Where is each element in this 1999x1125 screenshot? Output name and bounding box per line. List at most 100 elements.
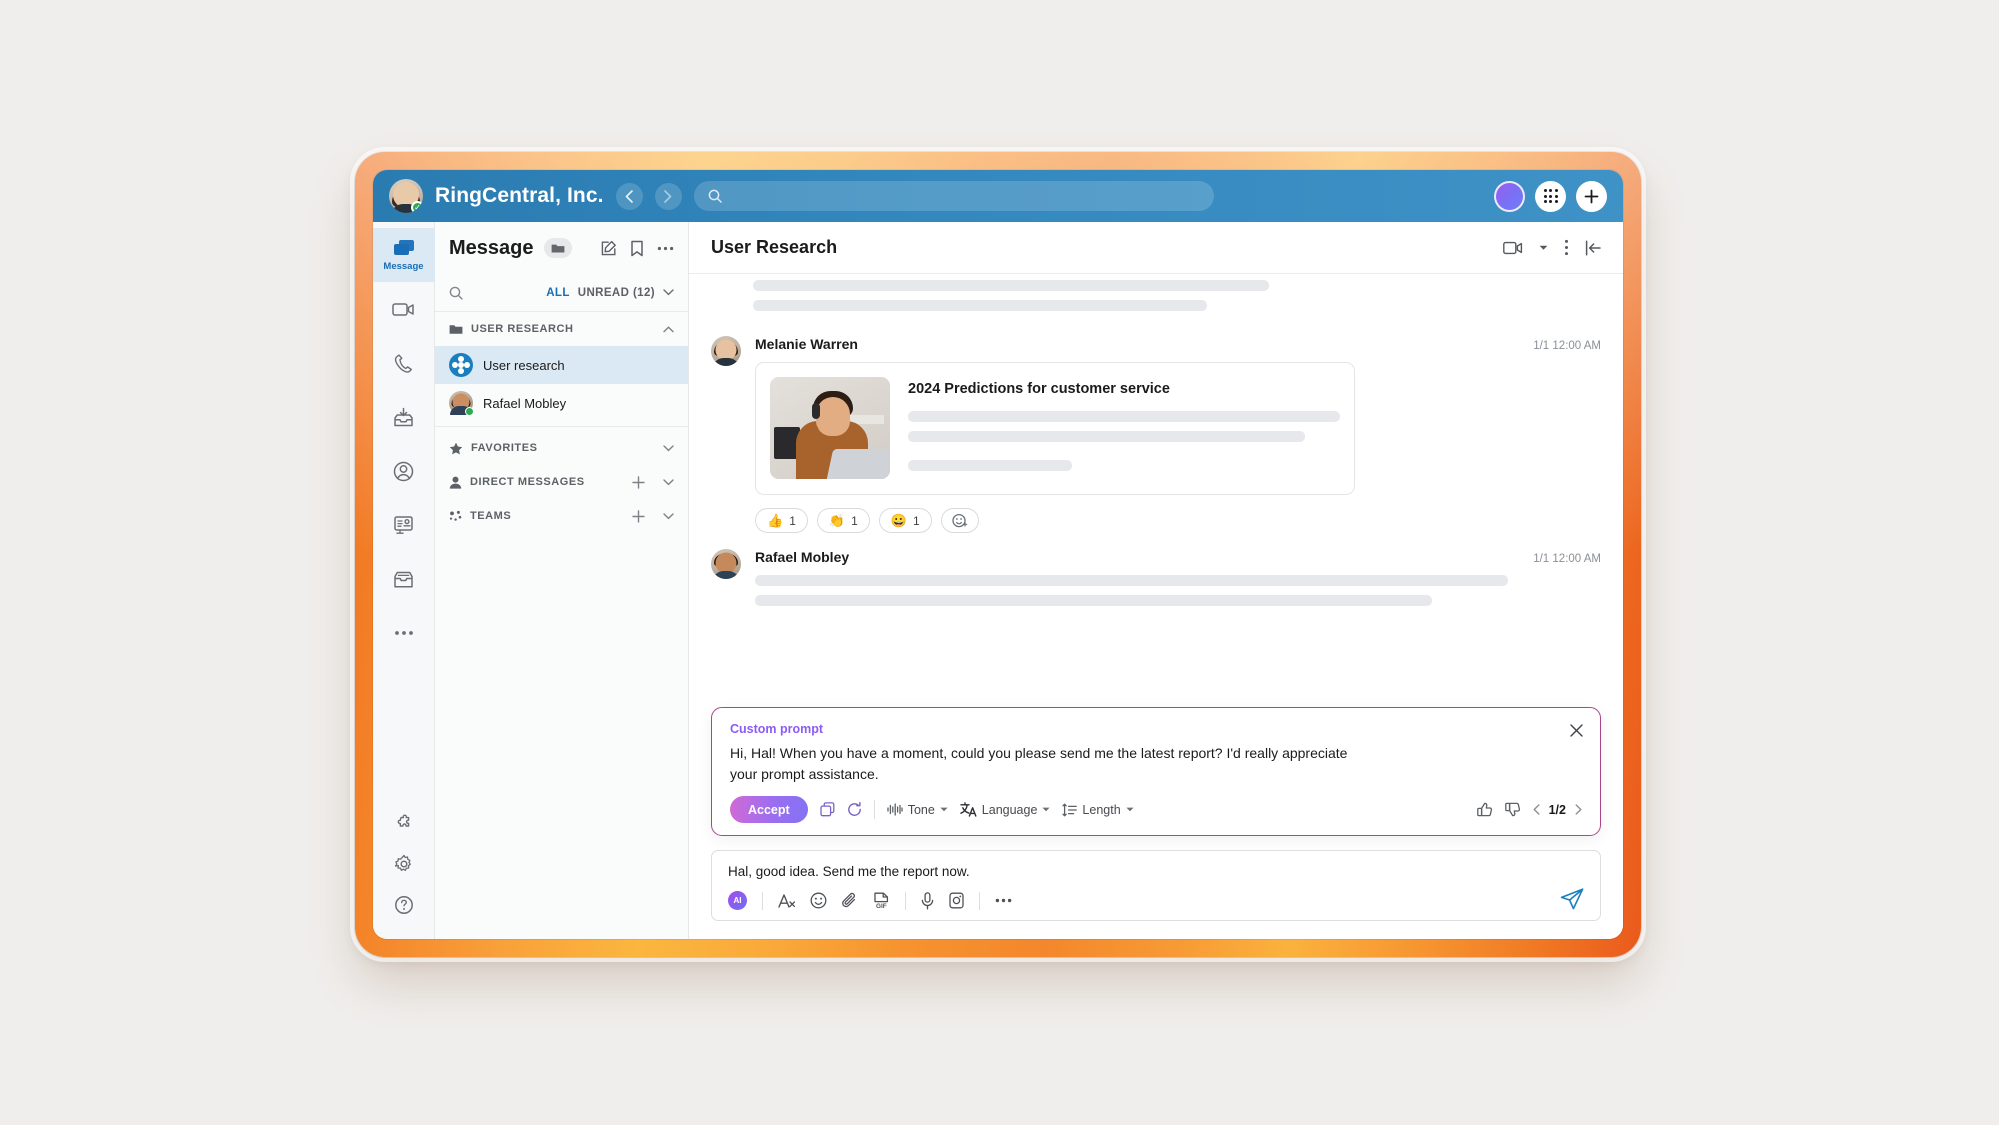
close-icon[interactable] [1566,720,1586,740]
thumbs-up-outline-icon[interactable] [1476,802,1493,817]
add-reaction-icon [951,513,967,527]
thumbs-down-outline-icon[interactable] [1504,802,1521,817]
clap-emoji: 👏 [828,512,846,528]
chevron-down-icon[interactable] [663,478,674,486]
new-action-button[interactable] [1576,180,1607,212]
collapse-left-icon[interactable] [1585,239,1601,256]
filter-unread[interactable]: UNREAD (12) [578,287,655,299]
card-thumbnail [770,377,890,479]
text-format-icon[interactable] [778,893,795,909]
conversation-title: User Research [711,237,838,257]
message-author: Melanie Warren [755,336,858,352]
conversation-user-research[interactable]: User research [435,346,688,384]
chevron-right-icon[interactable] [1575,804,1582,815]
refresh-icon[interactable] [847,802,862,817]
card-title: 2024 Predictions for customer service [908,381,1170,397]
rail-item-tasks[interactable] [373,498,435,552]
section-header-favorites[interactable]: FAVORITES [435,431,688,465]
microphone-icon[interactable] [921,891,934,910]
rail-item-message[interactable]: Message [373,228,435,282]
search-input[interactable] [729,188,1200,204]
more-options-icon[interactable] [995,898,1012,903]
chevron-down-icon[interactable] [663,289,674,296]
more-vertical-icon[interactable] [1564,239,1569,256]
language-menu[interactable]: Language [960,802,1051,817]
more-horizontal-icon [394,631,413,635]
avatar[interactable] [711,336,741,366]
avatar[interactable] [711,549,741,579]
accept-button[interactable]: Accept [730,796,808,823]
copy-icon[interactable] [820,802,835,817]
panel-title: Message [449,236,534,259]
reaction-count: 1 [789,513,796,528]
reaction-clap[interactable]: 👏 1 [816,508,870,533]
emoji-icon[interactable] [810,892,827,909]
message-composer[interactable]: Hal, good idea. Send me the report now. … [711,850,1601,921]
ai-assistant-orb[interactable] [1494,180,1525,212]
help-circle-icon [394,896,413,914]
tone-menu[interactable]: Tone [887,803,948,817]
reaction-thumbs-up[interactable]: 👍 1 [755,508,808,533]
message-author: Rafael Mobley [755,549,850,565]
rail-item-settings[interactable] [373,848,435,880]
chevron-down-icon[interactable] [663,512,674,520]
gif-icon[interactable]: GIF [873,892,890,909]
chevron-up-icon[interactable] [663,325,674,333]
message-thread[interactable]: Melanie Warren 1/1 12:00 AM 2024 Predict… [689,274,1623,711]
user-avatar[interactable]: ✓ [389,179,423,213]
rail-item-fax[interactable] [373,390,435,444]
section-header-teams[interactable]: TEAMS [435,499,688,533]
svg-text:GIF: GIF [876,903,887,909]
add-direct-message-button[interactable] [632,475,645,489]
prompt-feedback-controls: 1/2 [1476,802,1582,817]
attachment-icon[interactable] [842,892,858,909]
ai-assistant-icon[interactable]: AI [728,891,747,910]
camera-icon[interactable] [949,892,964,909]
tone-label: Tone [907,802,935,817]
global-search[interactable] [693,181,1214,211]
add-team-button[interactable] [632,509,645,523]
folder-icon[interactable] [543,238,572,258]
nav-back-button[interactable] [615,182,643,210]
message-list-panel: Message ALL UNREAD (12) USER RESEARCH Us… [435,222,689,939]
skeleton-bar [753,300,1207,311]
nav-forward-button[interactable] [654,182,682,210]
search-icon[interactable] [449,286,463,300]
divider [762,891,763,910]
rail-item-help[interactable] [373,889,435,921]
chevron-down-icon[interactable] [1539,245,1548,251]
rail-item-inbox[interactable] [373,552,435,606]
compose-icon[interactable] [600,240,617,257]
add-reaction-button[interactable] [940,508,979,533]
rail-item-apps[interactable] [373,807,435,839]
conversation-header: User Research [689,222,1623,274]
custom-prompt-text: Hi, Hal! When you have a moment, could y… [730,745,1348,782]
chevron-left-icon[interactable] [1533,804,1540,815]
dialpad-button[interactable] [1535,180,1566,212]
rail-bottom-actions [373,807,435,939]
brand-title: RingCentral, Inc. [435,184,604,207]
chevron-left-icon [625,189,633,203]
rail-item-contacts[interactable] [373,444,435,498]
length-menu[interactable]: Length [1062,803,1134,817]
filter-all[interactable]: ALL [546,287,570,299]
video-camera-icon[interactable] [1503,241,1523,255]
rail-item-phone[interactable] [373,336,435,390]
link-preview-card[interactable]: 2024 Predictions for customer service [755,362,1355,495]
custom-prompt-label: Custom prompt [730,722,824,737]
rail-item-video[interactable] [373,282,435,336]
bookmark-icon[interactable] [630,240,644,257]
conversation-rafael-mobley[interactable]: Rafael Mobley [435,384,688,422]
section-header-direct-messages[interactable]: DIRECT MESSAGES [435,465,688,499]
message-item: Rafael Mobley 1/1 12:00 AM [711,533,1601,606]
rail-item-more[interactable] [373,606,435,660]
device-frame: ✓ RingCentral, Inc. Message Message ALL … [350,147,1646,962]
reaction-grinning[interactable]: 😀 1 [878,508,932,533]
teams-icon [449,510,462,521]
section-header-user-research[interactable]: USER RESEARCH [435,312,688,346]
more-horizontal-icon[interactable] [657,246,674,251]
chevron-down-icon[interactable] [663,444,674,452]
composer-input[interactable]: Hal, good idea. Send me the report now. [728,864,1584,879]
send-icon[interactable] [1560,888,1584,910]
skeleton-bar [908,411,1340,422]
